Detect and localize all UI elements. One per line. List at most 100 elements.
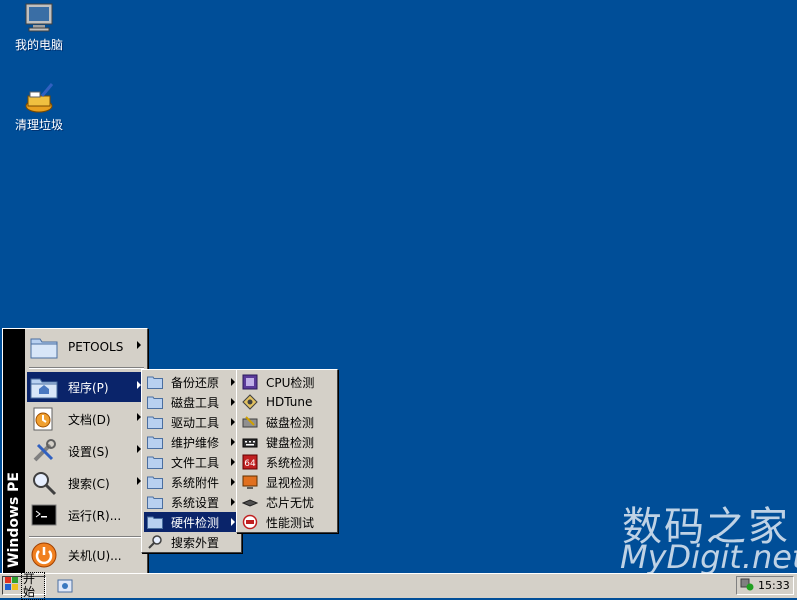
start-button-label: 开始 [21, 571, 45, 600]
folder-icon [146, 493, 164, 511]
cleanup-icon [25, 83, 54, 113]
hardware-item-label: 性能测试 [266, 515, 315, 530]
submenu-arrow-icon [231, 498, 235, 506]
svg-text:64: 64 [244, 459, 256, 469]
start-menu-side-label: Windows PE [6, 472, 22, 568]
start-item-settings[interactable]: 设置(S) [27, 436, 146, 466]
programs-item-label: 维护维修 [171, 435, 220, 450]
start-button[interactable]: 开始 [2, 571, 46, 600]
programs-icon [30, 373, 58, 401]
start-item-label: 关机(U)... [68, 548, 122, 563]
documents-icon [30, 405, 58, 433]
programs-item-backup[interactable]: 备份还原 [144, 372, 239, 392]
start-menu-separator [29, 367, 144, 369]
disk-check-icon [241, 413, 259, 431]
monitor-icon [241, 473, 259, 491]
folder-icon [146, 513, 164, 531]
hardware-item-label: 磁盘检测 [266, 415, 315, 430]
search-icon [30, 469, 58, 497]
clock[interactable]: 15:33 [758, 579, 790, 592]
start-item-label: 程序(P) [68, 380, 109, 395]
shutdown-icon [30, 541, 58, 569]
folder-icon [146, 473, 164, 491]
hardware-item-label: 显视检测 [266, 475, 315, 490]
start-item-search[interactable]: 搜索(C) [27, 468, 146, 498]
submenu-arrow-icon [231, 518, 235, 526]
programs-item-maintenance[interactable]: 维护维修 [144, 432, 239, 452]
submenu-arrow-icon [231, 418, 235, 426]
settings-icon [30, 437, 58, 465]
run-icon [30, 501, 58, 529]
hardware-item-label: HDTune [266, 395, 313, 409]
start-menu-separator [29, 536, 144, 538]
folder-icon [146, 433, 164, 451]
system-check-icon: 64 [241, 453, 259, 471]
start-item-documents[interactable]: 文档(D) [27, 404, 146, 434]
programs-item-label: 搜索外置 [171, 535, 220, 550]
submenu-arrow-icon [231, 398, 235, 406]
programs-item-label: 系统设置 [171, 495, 220, 510]
taskbar: 开始 15:33 [0, 571, 797, 600]
hardware-item-keyboard[interactable]: 键盘检测 [239, 432, 335, 452]
desktop-icon-label: 清理垃圾 [14, 118, 63, 132]
hardware-item-cpu[interactable]: CPU检测 [239, 372, 335, 392]
quick-launch-icon[interactable] [56, 577, 74, 595]
submenu-arrow-icon [231, 458, 235, 466]
submenu-arrow-icon [231, 378, 235, 386]
hardware-item-label: 芯片无忧 [266, 495, 315, 510]
hardware-item-disk-check[interactable]: 磁盘检测 [239, 412, 335, 432]
programs-item-file-tools[interactable]: 文件工具 [144, 452, 239, 472]
cpu-icon [241, 373, 259, 391]
hardware-item-hdtune[interactable]: HDTune [239, 392, 335, 412]
programs-item-search-external[interactable]: 搜索外置 [144, 532, 239, 552]
start-item-petools[interactable]: PETOOLS [27, 332, 146, 362]
start-item-label: PETOOLS [68, 340, 124, 354]
start-item-shutdown[interactable]: 关机(U)... [27, 540, 146, 570]
hardware-submenu: CPU检测 HDTune 磁盘检测 键盘检测 64 系统检测 显视检测 芯片无忧… [236, 369, 338, 533]
submenu-arrow-icon [231, 438, 235, 446]
programs-item-label: 磁盘工具 [171, 395, 220, 410]
keyboard-icon [241, 433, 259, 451]
desktop-icon-my-computer[interactable]: 我的电脑 [2, 2, 76, 53]
hardware-item-monitor[interactable]: 显视检测 [239, 472, 335, 492]
watermark-url: MyDigit.net [620, 538, 797, 576]
hardware-item-label: CPU检测 [266, 375, 315, 390]
folder-icon [30, 333, 58, 361]
submenu-arrow-icon [137, 341, 141, 349]
submenu-arrow-icon [231, 478, 235, 486]
search-icon [146, 533, 164, 551]
programs-item-label: 硬件检测 [171, 515, 220, 530]
hardware-item-system-check[interactable]: 64 系统检测 [239, 452, 335, 472]
programs-item-label: 备份还原 [171, 375, 220, 390]
performance-icon [241, 513, 259, 531]
chip-icon [241, 493, 259, 511]
start-item-label: 搜索(C) [68, 476, 110, 491]
hardware-item-performance[interactable]: 性能测试 [239, 512, 335, 532]
start-item-run[interactable]: 运行(R)... [27, 500, 146, 530]
folder-icon [146, 393, 164, 411]
start-item-label: 运行(R)... [68, 508, 122, 523]
start-item-label: 设置(S) [68, 444, 109, 459]
start-item-programs[interactable]: 程序(P) [27, 372, 146, 402]
programs-submenu: 备份还原 磁盘工具 驱动工具 维护维修 文件工具 系统附件 系统设置 硬件检测 [141, 369, 242, 553]
network-status-icon[interactable] [740, 577, 754, 594]
programs-item-label: 驱动工具 [171, 415, 220, 430]
desktop-icon-cleanup[interactable]: 清理垃圾 [2, 82, 76, 133]
computer-icon [25, 3, 53, 32]
hardware-item-label: 系统检测 [266, 455, 315, 470]
folder-icon [146, 453, 164, 471]
programs-item-label: 系统附件 [171, 475, 220, 490]
programs-item-hardware-check[interactable]: 硬件检测 [144, 512, 239, 532]
windows-logo-icon [5, 577, 19, 594]
start-menu: Windows PE PETOOLS 程序(P) 文档(D) 设置(S) 搜索(… [2, 328, 148, 575]
folder-icon [146, 413, 164, 431]
programs-item-system-settings[interactable]: 系统设置 [144, 492, 239, 512]
programs-item-driver-tools[interactable]: 驱动工具 [144, 412, 239, 432]
hdtune-icon [241, 393, 259, 411]
system-tray: 15:33 [736, 576, 794, 595]
hardware-item-chip[interactable]: 芯片无忧 [239, 492, 335, 512]
hardware-item-label: 键盘检测 [266, 435, 315, 450]
programs-item-label: 文件工具 [171, 455, 220, 470]
programs-item-disk-tools[interactable]: 磁盘工具 [144, 392, 239, 412]
programs-item-accessories[interactable]: 系统附件 [144, 472, 239, 492]
